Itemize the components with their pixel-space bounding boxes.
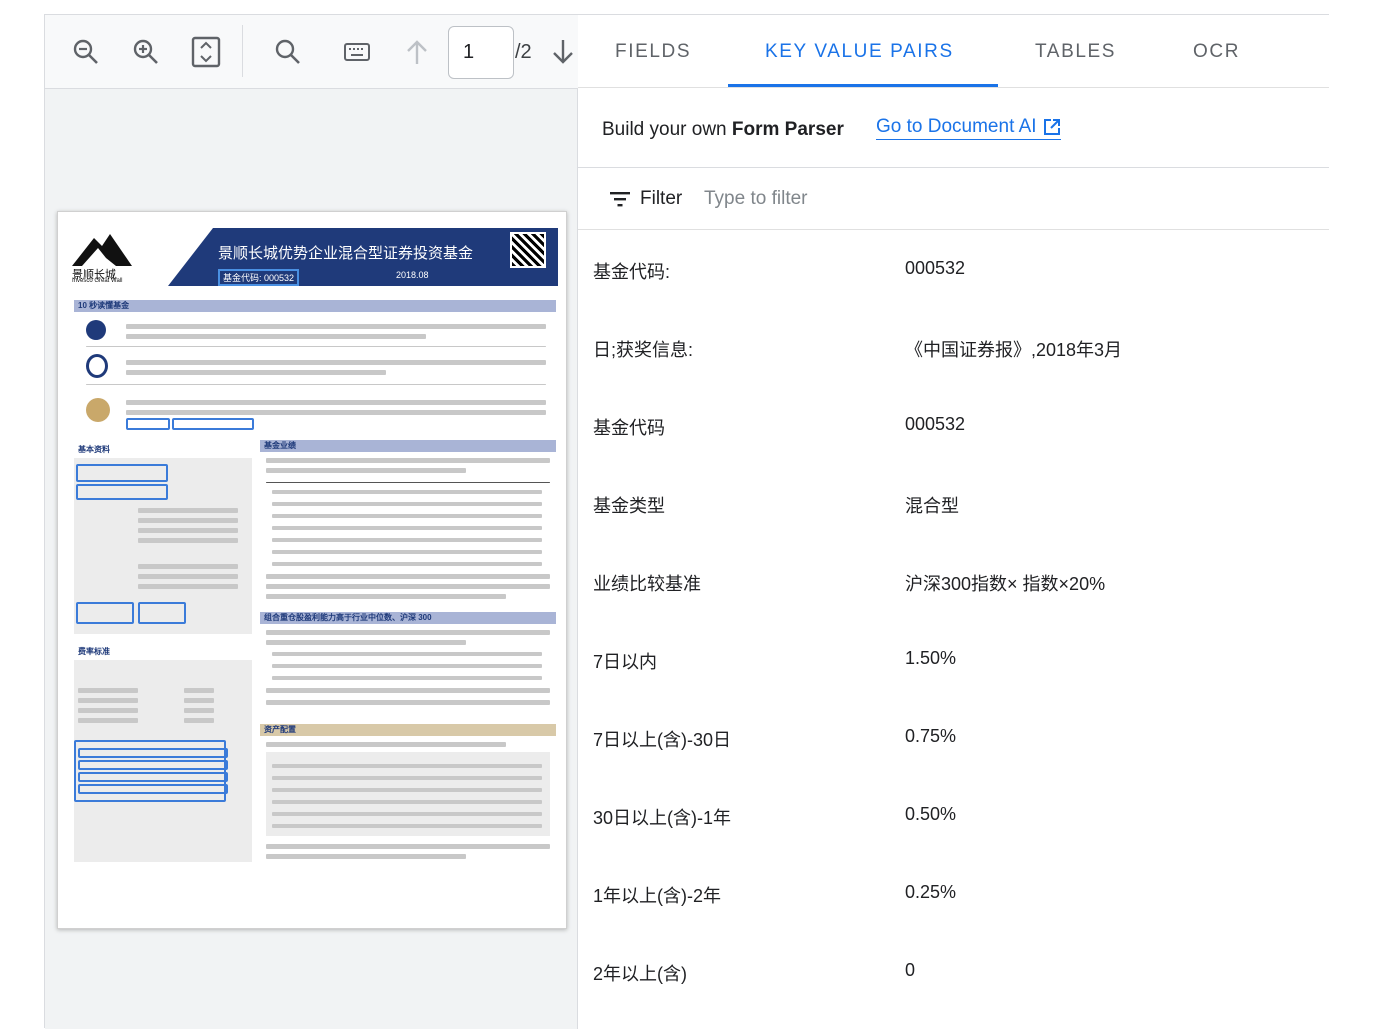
kv-key: 7日以上(含)-30日 (593, 730, 732, 750)
kv-row[interactable]: 7日以上(含)-30日 0.75% (578, 698, 1329, 776)
zoom-out-icon[interactable] (68, 34, 104, 70)
star-badge-icon (86, 320, 106, 340)
kv-key: 业绩比较基准 (593, 574, 701, 594)
kv-value: 0.75% (905, 726, 957, 746)
kv-key: 30日以上(含)-1年 (593, 808, 732, 828)
kv-key: 基金类型 (593, 496, 665, 516)
kv-row[interactable]: 基金代码: 000532 (578, 230, 1329, 308)
search-icon[interactable] (270, 34, 306, 70)
tab-fields[interactable]: FIELDS (615, 41, 691, 63)
kv-value: 0 (905, 960, 916, 980)
document-page-preview: 景顺长城 Invesco Great Wall 景顺长城优势企业混合型证券投资基… (57, 211, 567, 929)
kv-value: 0.50% (905, 804, 957, 824)
document-viewer: 1 /2 景顺长城 Invesco Great Wall 景顺长城优势企业混合型… (45, 15, 578, 1029)
kv-key: 7日以内 (593, 652, 658, 672)
keyboard-icon[interactable] (339, 34, 375, 70)
viewer-toolbar: 1 /2 (45, 15, 578, 89)
zoom-in-icon[interactable] (128, 34, 164, 70)
active-tab-indicator (728, 84, 998, 87)
section-holdings: 组合重仓股盈利能力高于行业中位数、沪深 300 (260, 612, 556, 624)
kv-key: 2年以上(含) (593, 964, 687, 984)
tab-tables[interactable]: TABLES (1035, 41, 1116, 63)
kv-value: 混合型 (905, 496, 959, 516)
kv-value: 《中国证券报》,2018年3月 (905, 340, 1123, 360)
kv-value: 0.25% (905, 882, 957, 902)
page-number-input[interactable]: 1 (448, 26, 514, 79)
arrow-down-icon[interactable] (545, 34, 581, 70)
tab-key-value-pairs[interactable]: KEY VALUE PAIRS (765, 41, 954, 63)
filter-bar: Filter (578, 168, 1329, 230)
kv-row[interactable]: 日;获奖信息: 《中国证券报》,2018年3月 (578, 308, 1329, 386)
kv-value: 沪深300指数× 指数×20% (905, 574, 1106, 594)
fund-code-label: 基金代码: 000532 (218, 269, 300, 286)
kv-row[interactable]: 业绩比较基准 沪深300指数× 指数×20% (578, 542, 1329, 620)
company-logo-icon (72, 234, 132, 266)
build-text: Build your own Form Parser (602, 119, 844, 140)
kv-row[interactable]: 1年以上(含)-2年 0.25% (578, 854, 1329, 932)
section-10-seconds: 10 秒读懂基金 (74, 300, 556, 312)
toolbar-divider (242, 25, 243, 77)
tab-ocr[interactable]: OCR (1193, 41, 1240, 63)
key-value-list: 基金代码: 000532 日;获奖信息: 《中国证券报》,2018年3月 基金代码 0… (578, 230, 1329, 1010)
kv-row[interactable]: 基金代码 000532 (578, 386, 1329, 464)
kv-value: 000532 (905, 414, 966, 434)
kv-value: 1.50% (905, 648, 957, 668)
section-basic-info: 基本资料 (78, 445, 110, 454)
results-tabs: FIELDS KEY VALUE PAIRS TABLES OCR (578, 15, 1329, 88)
filter-label: Filter (640, 188, 683, 209)
filter-input[interactable] (704, 184, 1104, 214)
section-performance: 基金业绩 (260, 440, 556, 452)
open-in-new-icon (1043, 119, 1060, 135)
kv-key: 1年以上(含)-2年 (593, 886, 722, 906)
go-to-document-ai-link[interactable]: Go to Document AI (876, 116, 1061, 140)
kv-key: 基金代码 (593, 418, 665, 438)
kv-key: 基金代码: (593, 262, 671, 282)
qr-code-icon (510, 232, 546, 268)
kv-row[interactable]: 7日以内 1.50% (578, 620, 1329, 698)
report-date: 2018.08 (396, 270, 429, 280)
kv-row[interactable]: 2年以上(含) 0 (578, 932, 1329, 1010)
section-asset-allocation: 资产配置 (260, 724, 556, 736)
logo-english: Invesco Great Wall (72, 278, 123, 284)
filter-icon[interactable] (610, 191, 630, 207)
build-banner: Build your own Form Parser Go to Documen… (578, 88, 1329, 168)
kv-value: 000532 (905, 258, 966, 278)
results-panel: FIELDS KEY VALUE PAIRS TABLES OCR Build … (578, 15, 1329, 1029)
fit-page-icon[interactable] (188, 34, 224, 70)
kv-row[interactable]: 基金类型 混合型 (578, 464, 1329, 542)
kv-key: 日;获奖信息: (593, 340, 694, 360)
arrow-up-icon[interactable] (399, 34, 435, 70)
section-fee: 费率标准 (78, 647, 110, 656)
page-total: /2 (515, 41, 532, 63)
document-ai-demo: 1 /2 景顺长城 Invesco Great Wall 景顺长城优势企业混合型… (44, 14, 1329, 1029)
kv-row[interactable]: 30日以上(含)-1年 0.50% (578, 776, 1329, 854)
team-icon (86, 398, 110, 422)
ribbon-icon (86, 354, 108, 378)
fund-title: 景顺长城优势企业混合型证券投资基金 (218, 245, 474, 262)
